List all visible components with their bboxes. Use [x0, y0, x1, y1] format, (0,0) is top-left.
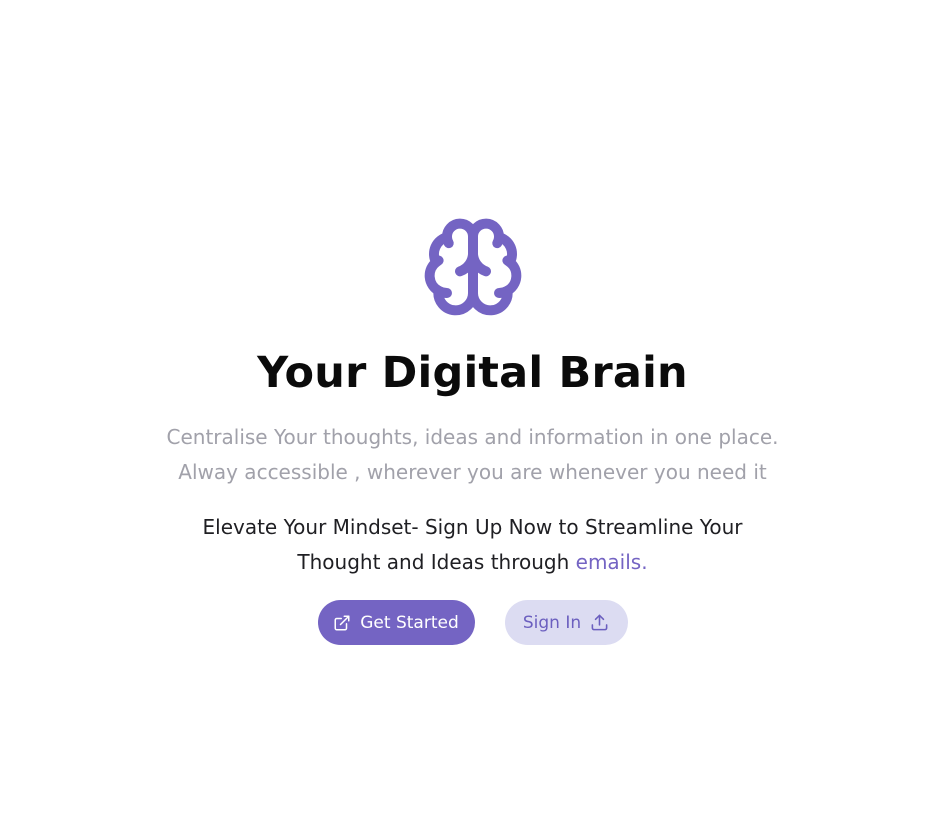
hero-subtitle: Centralise Your thoughts, ideas and info…: [153, 420, 793, 490]
button-group: Get Started Sign In: [317, 600, 628, 645]
get-started-button[interactable]: Get Started: [317, 600, 475, 645]
subtitle-line-2: Alway accessible , wherever you are when…: [178, 460, 767, 484]
brain-icon: [424, 218, 521, 316]
external-link-icon: [334, 615, 350, 630]
page-title: Your Digital Brain: [257, 348, 688, 398]
sign-in-label: Sign In: [522, 612, 582, 633]
cta-text: Elevate Your Mindset- Sign Up Now to Str…: [173, 510, 773, 580]
hero-section: Your Digital Brain Centralise Your thoug…: [0, 215, 945, 645]
subtitle-line-1: Centralise Your thoughts, ideas and info…: [166, 425, 779, 449]
landing-page: Your Digital Brain Centralise Your thoug…: [0, 0, 945, 813]
get-started-label: Get Started: [360, 612, 459, 633]
emails-link[interactable]: emails.: [576, 550, 648, 574]
cta-text-body: Elevate Your Mindset- Sign Up Now to Str…: [202, 515, 743, 574]
sign-in-button[interactable]: Sign In: [504, 600, 628, 645]
upload-icon: [591, 614, 608, 631]
